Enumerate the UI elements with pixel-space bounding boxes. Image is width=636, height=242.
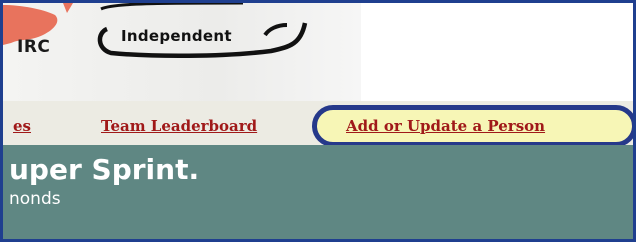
nav-link-partial[interactable]: es [13,117,31,135]
logo-top-curve [100,3,244,11]
page-title: uper Sprint. [9,153,200,186]
logo-left-text: IRC [17,37,51,57]
screenshot-frame: IRC Independent es Team Leaderboard Add … [0,0,636,242]
logo-graphic [3,3,308,59]
logo-main-text: Independent [121,27,232,45]
nav-link-add-or-update-person[interactable]: Add or Update a Person [346,117,545,135]
logo-inner-curve [263,23,288,37]
header-blank-area [361,3,633,101]
page-subtitle: nonds [9,189,61,209]
orange-accent-shape [63,3,73,13]
header-banner: IRC Independent [3,3,361,101]
nav-link-team-leaderboard[interactable]: Team Leaderboard [101,117,257,135]
